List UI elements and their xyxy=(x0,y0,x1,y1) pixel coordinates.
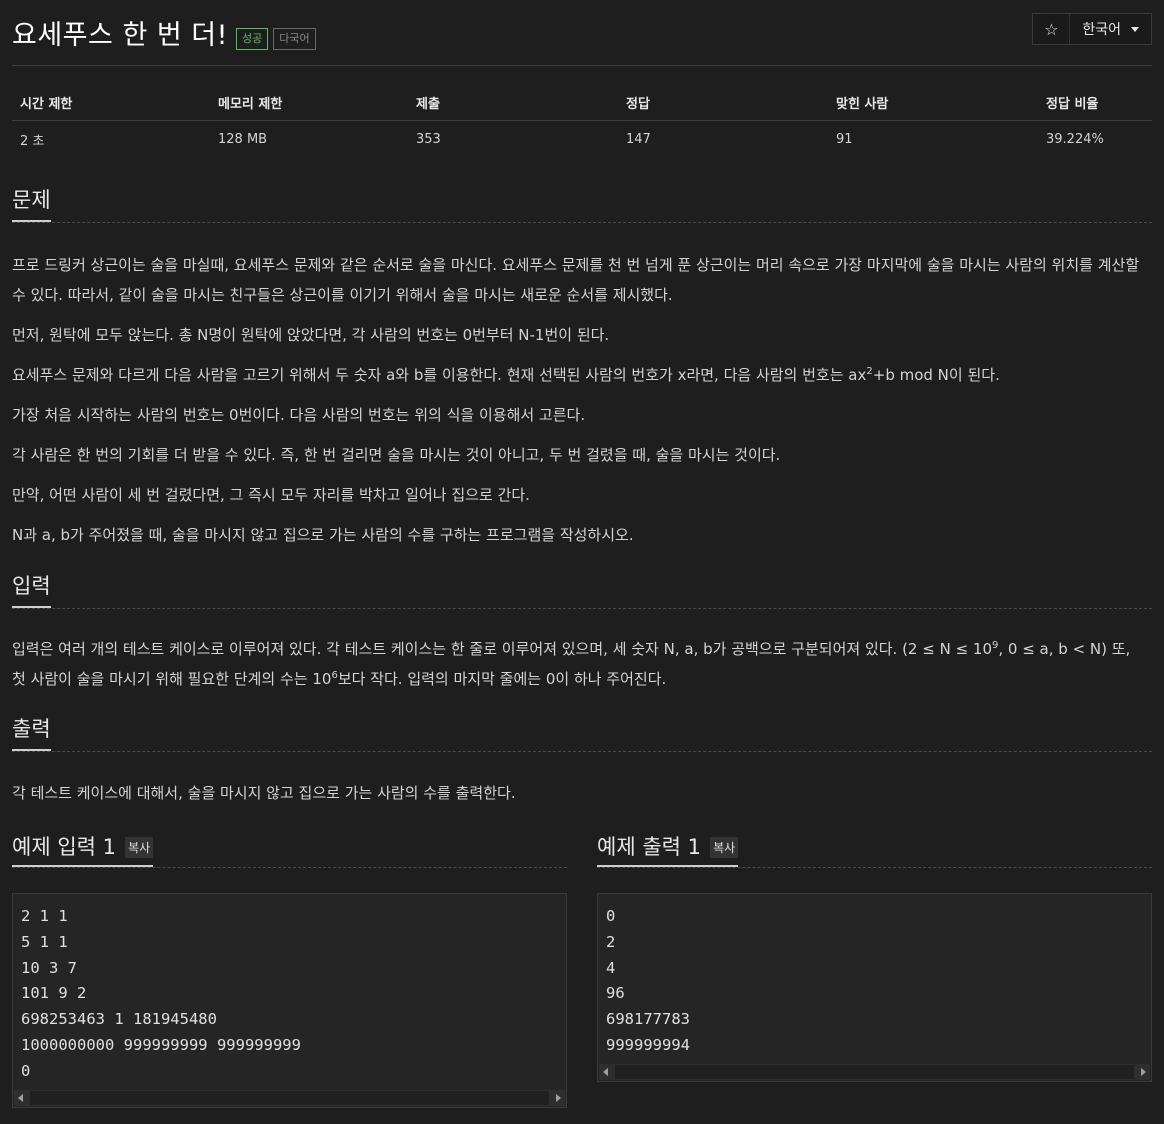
header-solved-users: 맞힌 사람 xyxy=(828,84,1038,121)
title-row: 요세푸스 한 번 더! 성공 다국어 xyxy=(12,12,316,52)
sample-input-title: 예제 입력 1 복사 xyxy=(12,831,154,867)
sample-output-line: 2 xyxy=(606,932,616,951)
header-accept-ratio: 정답 비율 xyxy=(1038,84,1152,121)
sample-output-box[interactable]: 0 2 4 96 698177783 999999994 xyxy=(597,893,1152,1082)
favorite-button[interactable]: ☆ xyxy=(1033,14,1071,44)
problem-section-header: 문제 xyxy=(12,186,1152,223)
problem-info-table: 시간 제한 메모리 제한 제출 정답 맞힌 사람 정답 비율 2 초 128 M… xyxy=(12,84,1152,157)
horizontal-scrollbar[interactable] xyxy=(599,1064,1150,1080)
header-divider xyxy=(12,65,1152,66)
sample-output-line: 698177783 xyxy=(606,1010,690,1029)
cell-accepted[interactable]: 147 xyxy=(618,121,828,158)
top-right-controls: ☆ 한국어 xyxy=(1032,13,1152,45)
problem-paragraph-6: 만약, 어떤 사람이 세 번 걸렸다면, 그 즉시 모두 자리를 박차고 일어나… xyxy=(12,486,530,504)
output-section-header: 출력 xyxy=(12,715,1152,752)
chevron-down-icon xyxy=(1131,26,1139,32)
sample-input-line: 0 xyxy=(21,1061,31,1080)
sample-output-line: 4 xyxy=(606,958,616,977)
star-icon: ☆ xyxy=(1044,19,1059,39)
status-badge-success: 성공 xyxy=(235,28,269,50)
problem-paragraph-5: 각 사람은 한 번의 기회를 더 받을 수 있다. 즉, 한 번 걸리면 술을 … xyxy=(12,446,781,464)
sample-input-line: 101 9 2 xyxy=(21,984,87,1003)
sample-input-header: 예제 입력 1 복사 xyxy=(12,831,567,868)
problem-paragraph-3: 요세푸스 문제와 다르게 다음 사람을 고르기 위해서 두 숫자 a와 b를 이… xyxy=(12,360,1152,390)
language-dropdown[interactable]: 한국어 xyxy=(1070,14,1151,44)
header-time-limit: 시간 제한 xyxy=(12,84,210,121)
horizontal-scrollbar[interactable] xyxy=(14,1090,565,1106)
input-description: 입력은 여러 개의 테스트 케이스로 이루어져 있다. 각 테스트 케이스는 한… xyxy=(12,634,1152,694)
cell-time-limit: 2 초 xyxy=(20,133,45,149)
sample-output-header: 예제 출력 1 복사 xyxy=(597,831,1152,868)
cell-submissions[interactable]: 353 xyxy=(408,121,618,158)
sample-input-lines: 2 1 1 5 1 1 10 3 7 101 9 2 698253463 1 1… xyxy=(21,904,301,1085)
cell-solved-users[interactable]: 91 xyxy=(828,121,1038,158)
problem-paragraph-3-text: 요세푸스 문제와 다르게 다음 사람을 고르기 위해서 두 숫자 a와 b를 이… xyxy=(12,366,867,384)
copy-button[interactable]: 복사 xyxy=(125,837,154,858)
header-memory-limit: 메모리 제한 xyxy=(210,84,408,121)
output-heading: 출력 xyxy=(12,715,51,751)
sample-output-heading: 예제 출력 1 xyxy=(597,835,701,859)
sample-input-line: 5 1 1 xyxy=(21,932,68,951)
sample-output-title: 예제 출력 1 복사 xyxy=(597,831,739,867)
scroll-left-icon[interactable] xyxy=(18,1094,23,1102)
header-accepted: 정답 xyxy=(618,84,828,121)
input-heading: 입력 xyxy=(12,572,51,608)
problem-paragraph-2: 먼저, 원탁에 모두 앉는다. 총 N명이 원탁에 앉았다면, 각 사람의 번호… xyxy=(12,326,610,344)
problem-paragraph-7: N과 a, b가 주어졌을 때, 술을 마시지 않고 집으로 가는 사람의 수를… xyxy=(12,526,634,544)
scrollbar-thumb[interactable] xyxy=(30,1091,549,1105)
input-text-1a: 입력은 여러 개의 테스트 케이스로 이루어져 있다. 각 테스트 케이스는 한… xyxy=(12,640,992,658)
status-badge-multilang: 다국어 xyxy=(273,28,316,50)
copy-button[interactable]: 복사 xyxy=(710,837,739,858)
input-text-2b: 보다 작다. 입력의 마지막 줄에는 0이 하나 주어진다. xyxy=(337,670,667,688)
cell-accept-ratio: 39.224% xyxy=(1046,131,1104,147)
sample-input-box[interactable]: 2 1 1 5 1 1 10 3 7 101 9 2 698253463 1 1… xyxy=(12,893,567,1108)
problem-paragraph-4: 가장 처음 시작하는 사람의 번호는 0번이다. 다음 사람의 번호는 위의 식… xyxy=(12,406,586,424)
scroll-right-icon[interactable] xyxy=(1141,1068,1146,1076)
problem-paragraph-3-tail: +b mod N이 된다. xyxy=(872,366,1000,384)
sample-input-line: 698253463 1 181945480 xyxy=(21,1010,217,1029)
scrollbar-thumb[interactable] xyxy=(615,1065,1134,1079)
problem-heading: 문제 xyxy=(12,186,51,222)
sample-input-line: 1000000000 999999999 999999999 xyxy=(21,1035,301,1054)
input-section-header: 입력 xyxy=(12,572,1152,609)
scroll-left-icon[interactable] xyxy=(603,1068,608,1076)
table-header-row: 시간 제한 메모리 제한 제출 정답 맞힌 사람 정답 비율 xyxy=(12,84,1152,121)
sample-input-heading: 예제 입력 1 xyxy=(12,835,116,859)
page-title: 요세푸스 한 번 더! xyxy=(12,20,228,51)
input-text-2a: 첫 사람이 술을 마시기 위해 필요한 단계의 수는 10 xyxy=(12,670,332,688)
language-label: 한국어 xyxy=(1082,22,1121,38)
input-text-1b: , 0 ≤ a, b < N) 또, xyxy=(998,640,1131,658)
header-submissions: 제출 xyxy=(408,84,618,121)
problem-paragraph-1: 프로 드링커 상근이는 술을 마실때, 요세푸스 문제와 같은 순서로 술을 마… xyxy=(12,256,1140,304)
sample-output-line: 96 xyxy=(606,984,625,1003)
sample-output-line: 0 xyxy=(606,907,616,925)
cell-memory-limit: 128 MB xyxy=(218,131,268,147)
output-description: 각 테스트 케이스에 대해서, 술을 마시지 않고 집으로 가는 사람의 수를 … xyxy=(12,784,516,802)
sample-output-line: 999999994 xyxy=(606,1035,690,1054)
scroll-right-icon[interactable] xyxy=(556,1094,561,1102)
sample-input-line: 2 1 1 xyxy=(21,907,68,925)
sample-output-lines: 0 2 4 96 698177783 999999994 xyxy=(606,904,690,1059)
sample-input-line: 10 3 7 xyxy=(21,958,77,977)
table-row: 2 초 128 MB 353 147 91 39.224% xyxy=(12,121,1152,158)
